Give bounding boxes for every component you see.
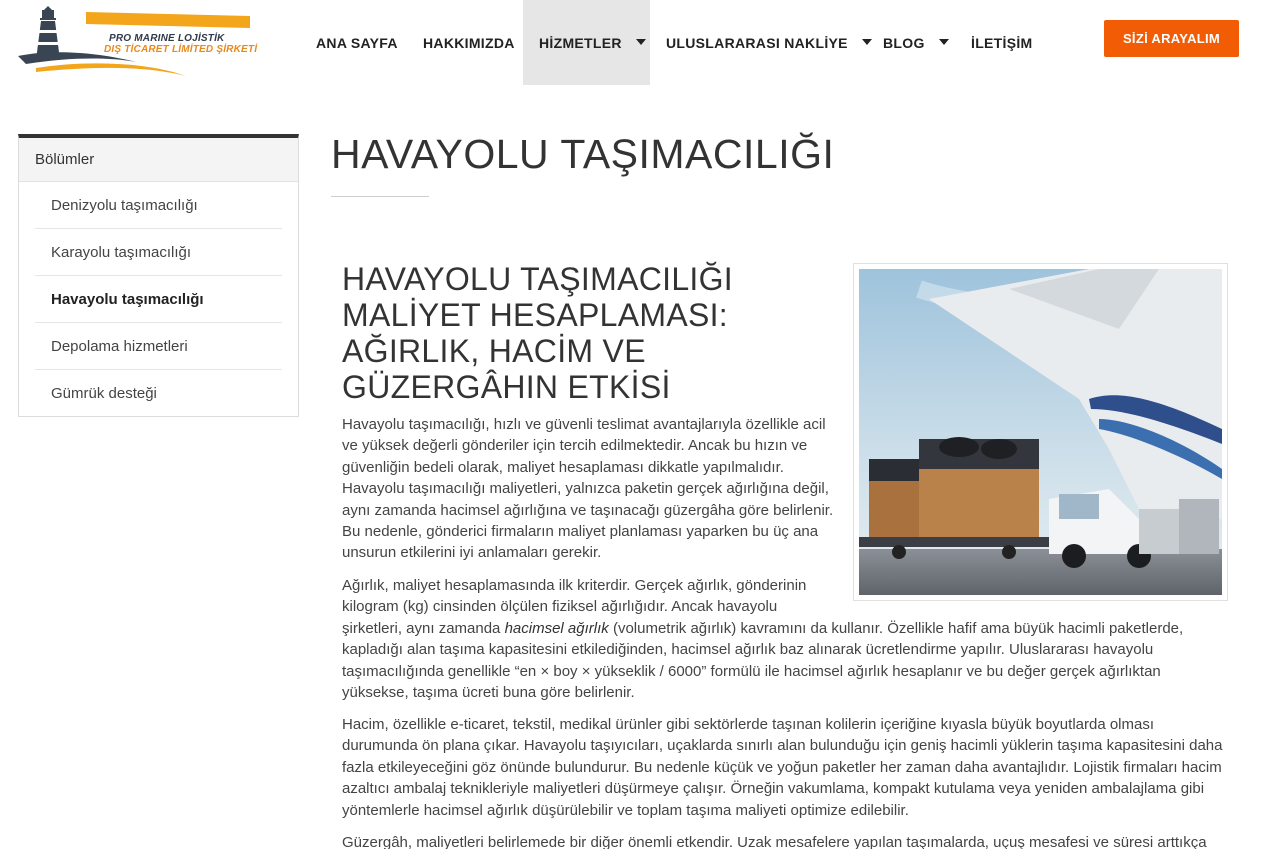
nav-label: ULUSLARARASI NAKLİYE — [666, 34, 848, 51]
article-paragraph-1: Havayolu taşımacılığı, hızlı ve güvenli … — [342, 416, 834, 562]
article-image — [853, 263, 1228, 601]
page-title: HAVAYOLU TAŞIMACILIĞI — [331, 131, 835, 177]
sections-sidebar: Bölümler Denizyolu taşımacılığı Karayolu… — [18, 134, 299, 417]
article-paragraph-2: şirketleri, aynı zamanda hacimsel ağırlı… — [342, 618, 1227, 704]
site-logo[interactable]: PRO MARINE LOJİSTİK DIŞ TİCARET LİMİTED … — [16, 4, 258, 78]
logo-line-1: PRO MARINE LOJİSTİK — [109, 33, 225, 44]
chevron-down-icon — [938, 38, 949, 45]
logo-line-2: DIŞ TİCARET LİMİTED ŞİRKETİ — [104, 44, 258, 55]
paragraph-text: şirketleri, aynı zamanda — [342, 620, 505, 637]
nav-label: HİZMETLER — [539, 34, 622, 51]
nav-item-hizmetler[interactable]: HİZMETLER — [523, 0, 650, 85]
title-divider — [331, 196, 429, 197]
nav-label: HAKKIMIZDA — [423, 34, 515, 51]
nav-label: İLETİŞİM — [971, 34, 1033, 51]
call-me-button[interactable]: SİZİ ARAYALIM — [1104, 20, 1239, 57]
article-title: HAVAYOLU TAŞIMACILIĞI MALİYET HESAPLAMAS… — [342, 261, 733, 405]
nav-item-ana-sayfa[interactable]: ANA SAYFA — [316, 0, 398, 85]
nav-item-blog[interactable]: BLOG — [883, 0, 949, 85]
sidebar-title: Bölümler — [19, 138, 298, 182]
nav-label: BLOG — [883, 34, 925, 51]
sidebar-item-depolama[interactable]: Depolama hizmetleri — [35, 323, 282, 370]
site-header: PRO MARINE LOJİSTİK DIŞ TİCARET LİMİTED … — [0, 0, 1280, 85]
emphasis-term: hacimsel ağırlık — [504, 620, 609, 637]
sidebar-item-karayolu[interactable]: Karayolu taşımacılığı — [35, 229, 282, 276]
article-paragraph-4: Güzergâh, maliyetleri belirlemede bir di… — [342, 834, 1207, 849]
chevron-down-icon — [861, 38, 872, 45]
air-cargo-photo-icon — [859, 269, 1222, 595]
chevron-down-icon — [635, 38, 646, 45]
nav-item-uluslararasi-nakliye[interactable]: ULUSLARARASI NAKLİYE — [666, 0, 872, 85]
sidebar-item-gumruk[interactable]: Gümrük desteği — [35, 370, 282, 417]
sidebar-item-havayolu[interactable]: Havayolu taşımacılığı — [35, 276, 282, 323]
article-paragraph-2-intro: Ağırlık, maliyet hesaplamasında ilk krit… — [342, 577, 807, 616]
nav-item-iletisim[interactable]: İLETİŞİM — [971, 0, 1033, 85]
sidebar-list: Denizyolu taşımacılığı Karayolu taşımacı… — [19, 182, 298, 417]
nav-label: ANA SAYFA — [316, 34, 398, 51]
sidebar-item-denizyolu[interactable]: Denizyolu taşımacılığı — [35, 182, 282, 229]
article-paragraph-3: Hacim, özellikle e-ticaret, tekstil, med… — [342, 716, 1223, 819]
nav-item-hakkimizda[interactable]: HAKKIMIZDA — [423, 0, 515, 85]
